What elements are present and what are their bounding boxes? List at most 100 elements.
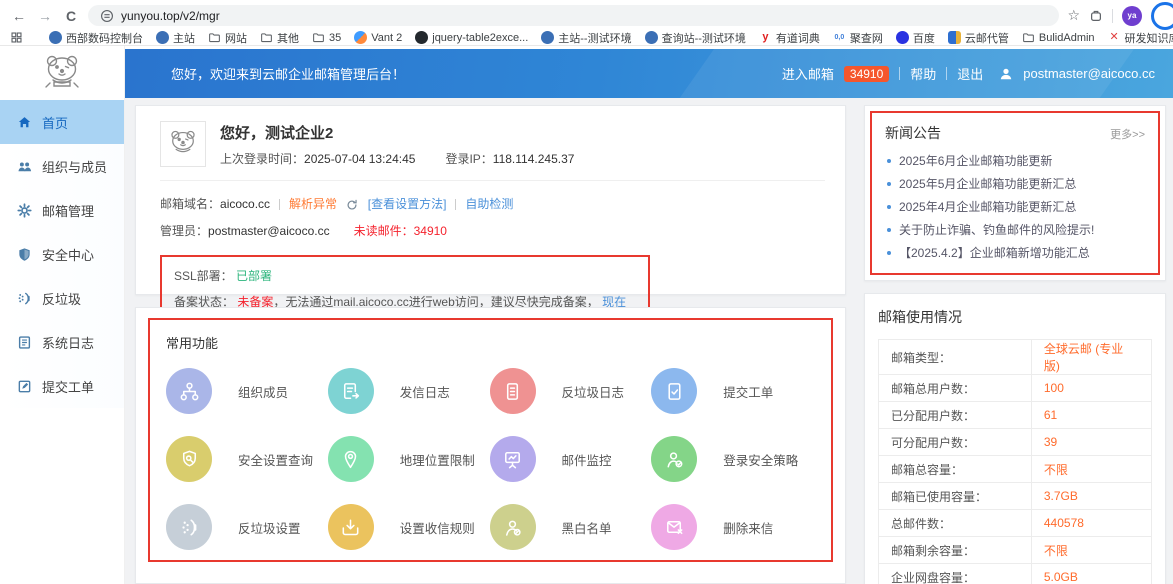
account-avatar-ring[interactable] bbox=[1151, 2, 1173, 30]
function-label: 安全设置查询 bbox=[238, 450, 313, 469]
logout-link[interactable]: 退出 bbox=[957, 64, 983, 83]
usage-label: 可分配用户数： bbox=[879, 429, 1032, 456]
bookmark-item[interactable]: y有道词典 bbox=[759, 30, 820, 46]
ssl-status: 已部署 bbox=[236, 269, 272, 283]
news-item-text: 2025年6月企业邮箱功能更新 bbox=[899, 154, 1052, 168]
bookmark-label: 云邮代管 bbox=[965, 30, 1009, 46]
bookmark-item[interactable]: 35 bbox=[312, 31, 341, 44]
help-link[interactable]: 帮助 bbox=[910, 64, 936, 83]
news-item-text: 2025年4月企业邮箱功能更新汇总 bbox=[899, 200, 1076, 214]
folder-icon bbox=[208, 31, 221, 44]
right-column: 新闻公告 更多>> 2025年6月企业邮箱功能更新 2025年5月企业邮箱功能更… bbox=[864, 105, 1166, 584]
admin-value: postmaster@aicoco.cc bbox=[208, 224, 330, 238]
sidebar-item-org-members[interactable]: 组织与成员 bbox=[0, 144, 124, 188]
function-receive-rules[interactable]: 设置收信规则 bbox=[328, 504, 490, 550]
usage-title: 邮箱使用情况 bbox=[878, 307, 1152, 327]
sidebar-item-label: 安全中心 bbox=[42, 245, 94, 264]
view-setting-link[interactable]: [查看设置方法] bbox=[368, 197, 447, 211]
jucha-icon: 0,0 bbox=[833, 31, 846, 44]
monitor-icon bbox=[490, 436, 536, 482]
news-item[interactable]: 2025年4月企业邮箱功能更新汇总 bbox=[885, 196, 1145, 219]
address-bar[interactable]: yunyou.top/v2/mgr bbox=[88, 5, 1059, 26]
site-settings-icon[interactable] bbox=[100, 9, 114, 23]
function-black-white-list[interactable]: 黑白名单 bbox=[490, 504, 652, 550]
news-item[interactable]: 【2025.4.2】企业邮箱新增功能汇总 bbox=[885, 242, 1145, 265]
function-antispam-settings[interactable]: 反垃圾设置 bbox=[166, 504, 328, 550]
function-mail-monitor[interactable]: 邮件监控 bbox=[490, 436, 652, 482]
function-org-members[interactable]: 组织成员 bbox=[166, 368, 328, 414]
function-geo-restriction[interactable]: 地理位置限制 bbox=[328, 436, 490, 482]
site-blue-icon bbox=[541, 31, 554, 44]
bookmark-item[interactable]: Vant 2 bbox=[354, 31, 402, 44]
reload-button[interactable]: C bbox=[62, 8, 80, 24]
bookmark-item[interactable]: 0,0聚查网 bbox=[833, 30, 883, 46]
news-annotation-box: 新闻公告 更多>> 2025年6月企业邮箱功能更新 2025年5月企业邮箱功能更… bbox=[870, 111, 1160, 275]
bookmark-label: 西部数码控制台 bbox=[66, 30, 143, 46]
sidebar-item-submit-ticket[interactable]: 提交工单 bbox=[0, 364, 124, 408]
account-email[interactable]: postmaster@aicoco.cc bbox=[1023, 66, 1155, 81]
unread-label: 未读邮件： bbox=[354, 224, 414, 238]
table-row: 邮箱总容量：不限 bbox=[879, 456, 1152, 483]
bookmark-star-icon[interactable]: ☆ bbox=[1067, 7, 1080, 24]
yunyou-icon bbox=[948, 31, 961, 44]
bookmark-item[interactable]: jquery-table2exce... bbox=[415, 31, 528, 44]
sidebar-item-home[interactable]: 首页 bbox=[0, 100, 124, 144]
function-delete-incoming[interactable]: 删除来信 bbox=[651, 504, 813, 550]
bookmark-item[interactable]: 百度 bbox=[896, 30, 935, 46]
sidebar-item-security-center[interactable]: 安全中心 bbox=[0, 232, 124, 276]
function-label: 邮件监控 bbox=[562, 450, 612, 469]
enter-mailbox-link[interactable]: 进入邮箱 bbox=[782, 64, 834, 83]
function-send-log[interactable]: 发信日志 bbox=[328, 368, 490, 414]
sidebar-nav: 首页 组织与成员 邮箱管理 安全中心 反垃圾 bbox=[0, 100, 124, 408]
extensions-icon[interactable] bbox=[1089, 9, 1103, 23]
bookmark-item[interactable]: ✕研发知识库 bbox=[1108, 30, 1173, 46]
function-label: 黑白名单 bbox=[562, 518, 612, 537]
ticket-icon bbox=[17, 379, 32, 394]
sidebar-item-system-log[interactable]: 系统日志 bbox=[0, 320, 124, 364]
news-title: 新闻公告 bbox=[885, 123, 941, 143]
main-column: 您好，测试企业2 上次登录时间：2025-07-04 13:24:45登录IP：… bbox=[135, 105, 846, 584]
back-icon[interactable]: ← bbox=[10, 8, 28, 24]
sidebar-item-label: 反垃圾 bbox=[42, 289, 81, 308]
bookmark-item[interactable]: 网站 bbox=[208, 30, 247, 46]
bookmark-item[interactable]: 主站 bbox=[156, 30, 195, 46]
forward-icon[interactable]: → bbox=[36, 8, 54, 24]
bullet-icon bbox=[887, 251, 891, 255]
usage-label: 已分配用户数： bbox=[879, 402, 1032, 429]
news-item[interactable]: 关于防止诈骗、钓鱼邮件的风险提示! bbox=[885, 219, 1145, 242]
news-item[interactable]: 2025年6月企业邮箱功能更新 bbox=[885, 150, 1145, 173]
site-blue-icon bbox=[156, 31, 169, 44]
sidebar-item-label: 提交工单 bbox=[42, 377, 94, 396]
bookmark-item[interactable]: BulidAdmin bbox=[1022, 31, 1095, 44]
function-label: 地理位置限制 bbox=[400, 450, 475, 469]
function-submit-ticket[interactable]: 提交工单 bbox=[651, 368, 813, 414]
news-more-link[interactable]: 更多>> bbox=[1110, 126, 1145, 142]
bullet-icon bbox=[887, 205, 891, 209]
bookmark-item[interactable]: 西部数码控制台 bbox=[49, 30, 143, 46]
bookmark-item[interactable]: 其他 bbox=[260, 30, 299, 46]
folder-icon bbox=[1022, 31, 1035, 44]
bookmarks-bar: 西部数码控制台 主站 网站 其他 35 Vant 2 jquery-table2… bbox=[0, 29, 1173, 46]
refresh-icon[interactable] bbox=[346, 199, 358, 211]
news-item[interactable]: 2025年5月企业邮箱功能更新汇总 bbox=[885, 173, 1145, 196]
functions-annotation-box: 常用功能 组织成员 bbox=[148, 318, 833, 562]
bookmark-item[interactable]: 云邮代管 bbox=[948, 30, 1009, 46]
site-blue-icon bbox=[645, 31, 658, 44]
function-login-policy[interactable]: 登录安全策略 bbox=[651, 436, 813, 482]
profile-avatar[interactable]: ya bbox=[1122, 6, 1142, 26]
admin-line: 管理员：postmaster@aicoco.cc未读邮件：34910 bbox=[160, 218, 825, 245]
self-check-link[interactable]: 自助检测 bbox=[465, 197, 513, 211]
bookmark-item[interactable]: 查询站--测试环境 bbox=[645, 30, 746, 46]
apps-grid-icon[interactable] bbox=[10, 31, 23, 44]
table-row: 邮箱已使用容量：3.7GB bbox=[879, 483, 1152, 510]
function-security-query[interactable]: 安全设置查询 bbox=[166, 436, 328, 482]
dns-status: 解析异常 bbox=[289, 197, 337, 211]
table-row: 邮箱总用户数：100 bbox=[879, 375, 1152, 402]
sidebar-item-mail-admin[interactable]: 邮箱管理 bbox=[0, 188, 124, 232]
function-spam-log[interactable]: 反垃圾日志 bbox=[490, 368, 652, 414]
inbox-rule-icon bbox=[328, 504, 374, 550]
sidebar-item-label: 首页 bbox=[42, 113, 68, 132]
usage-label: 企业网盘容量： bbox=[879, 564, 1032, 584]
sidebar-item-antispam[interactable]: 反垃圾 bbox=[0, 276, 124, 320]
bookmark-item[interactable]: 主站--测试环境 bbox=[541, 30, 631, 46]
